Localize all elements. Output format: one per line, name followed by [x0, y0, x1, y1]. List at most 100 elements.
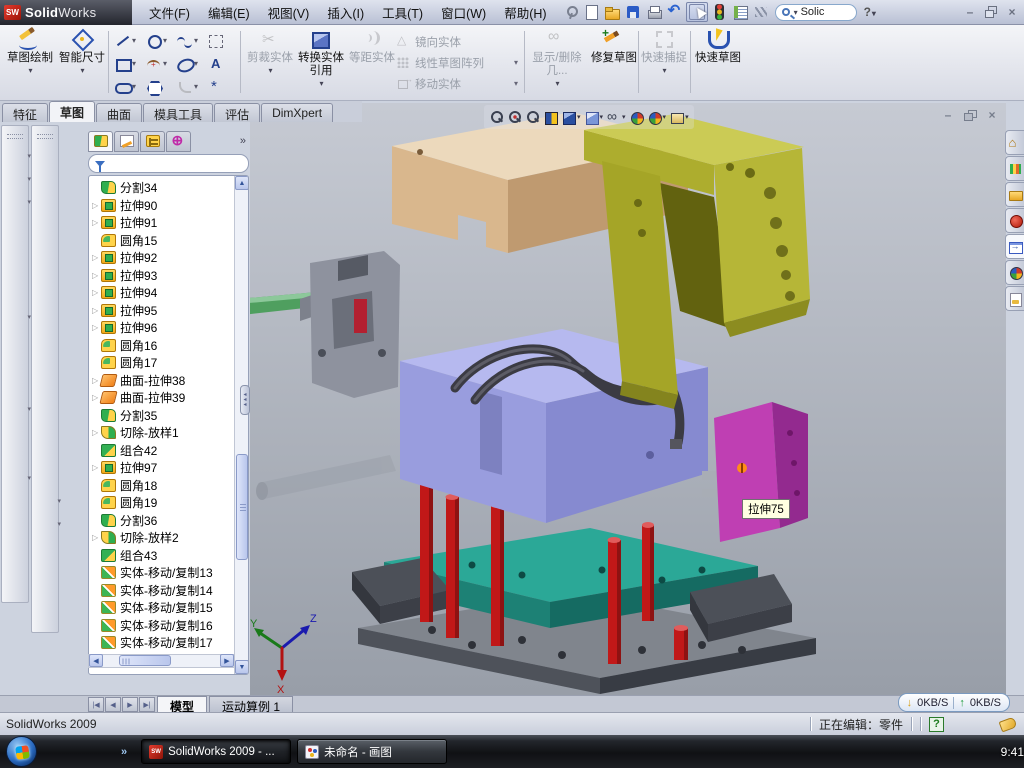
command-tab[interactable]: 草图	[49, 101, 95, 122]
edit-appearance-icon[interactable]	[629, 110, 644, 125]
zoom-area-icon[interactable]	[507, 110, 522, 125]
revolve-icon[interactable]	[36, 171, 54, 187]
rib-icon[interactable]	[6, 286, 24, 302]
update-gear-tray-icon[interactable]	[869, 744, 884, 759]
tree-item[interactable]: ▷ 分割36	[89, 512, 234, 530]
polygon-icon[interactable]	[143, 75, 174, 98]
gray-insert-part[interactable]	[300, 251, 400, 398]
rebuild-traffic-light-icon[interactable]	[709, 2, 729, 22]
reference-axis-icon[interactable]	[6, 447, 24, 463]
tree-item[interactable]: ▷ 组合42	[89, 442, 234, 460]
help-button[interactable]: ?▾	[861, 5, 879, 19]
exploded-mold-assembly[interactable]: Y Z X	[250, 103, 1006, 695]
convert-dropdown-icon[interactable]: ▾	[319, 79, 323, 88]
tree-item[interactable]: ▷ 拉伸90	[89, 197, 234, 215]
section-view-icon[interactable]	[543, 110, 558, 125]
tree-item[interactable]: ▷ 实体-移动/复制17	[89, 634, 234, 652]
corner-rectangle-icon[interactable]	[112, 52, 143, 75]
sweep-icon[interactable]	[36, 194, 54, 210]
quick-snaps-button[interactable]: 快速捕捉 ▾	[642, 28, 686, 98]
tree-item[interactable]: ▷ 切除-放样2	[89, 529, 234, 547]
tree-vertical-scrollbar[interactable]: ▲ ▼	[234, 176, 248, 674]
custom-properties-icon[interactable]	[1005, 286, 1024, 311]
tree-item[interactable]: ▷ 实体-移动/复制14	[89, 582, 234, 600]
model-tab[interactable]: 模型	[157, 696, 207, 712]
measure-tool-icon[interactable]	[6, 493, 24, 509]
search-input[interactable]: ▾ Solic	[775, 4, 857, 21]
dimxpertmanager-tab[interactable]	[166, 131, 191, 152]
trim-entities-button[interactable]: 剪裁实体 ▾	[246, 28, 294, 98]
expand-arrow-icon[interactable]: ▷	[92, 201, 101, 210]
reference-point-icon[interactable]	[6, 401, 24, 417]
窗口(W)[interactable]: 窗口(W)	[432, 0, 495, 25]
volume-tray-icon[interactable]	[890, 744, 905, 759]
expand-arrow-icon[interactable]: ▷	[92, 428, 101, 437]
apply-scene-icon[interactable]	[647, 110, 667, 125]
security-alert-tray-icon[interactable]	[827, 744, 842, 759]
input-keyboard-tray-icon[interactable]	[806, 744, 821, 759]
hide-show-items-icon[interactable]	[606, 110, 626, 125]
open-document-icon[interactable]	[602, 2, 622, 22]
repair-sketch-button[interactable]: 修复草图	[590, 28, 638, 98]
scrollbar-thumb[interactable]	[236, 454, 248, 560]
indent-icon[interactable]	[36, 378, 54, 394]
tree-item[interactable]: ▷ 实体-移动/复制13	[89, 564, 234, 582]
tree-item[interactable]: ▷ 拉伸92	[89, 249, 234, 267]
browser-quicklaunch-icon[interactable]	[74, 743, 92, 761]
编辑(E)[interactable]: 编辑(E)	[199, 0, 259, 25]
satellite-warning-tray-icon[interactable]	[932, 744, 947, 759]
view-orientation-icon[interactable]	[561, 110, 581, 125]
last-tab-button[interactable]: ▶|	[139, 697, 155, 712]
帮助(H)[interactable]: 帮助(H)	[495, 0, 555, 25]
prev-tab-button[interactable]: ◀	[105, 697, 121, 712]
curve-icon[interactable]	[6, 470, 24, 486]
expand-arrow-icon[interactable]: ▷	[92, 463, 101, 472]
selection-filter-icon[interactable]	[751, 2, 771, 22]
scroll-down-button[interactable]: ▼	[235, 660, 249, 674]
loft-icon[interactable]	[36, 217, 54, 233]
linear-pattern-icon[interactable]	[6, 309, 24, 325]
spline-tool-icon[interactable]	[36, 516, 54, 532]
command-tab[interactable]: 模具工具	[143, 103, 213, 122]
linear-sketch-pattern-button[interactable]: 线性草图阵列	[396, 52, 518, 73]
view-palette-icon[interactable]	[1005, 234, 1024, 259]
convert-entities-button[interactable]: 转换实体引用 ▾	[296, 28, 346, 98]
display-style-icon[interactable]	[584, 110, 604, 125]
tree-item[interactable]: ▷ 组合43	[89, 547, 234, 565]
fillet-icon[interactable]	[6, 194, 24, 210]
combine-bodies-icon[interactable]	[6, 332, 24, 348]
tree-item[interactable]: ▷ 切除-放样1	[89, 424, 234, 442]
mirror-entities-button[interactable]: 镜向实体	[396, 31, 518, 52]
tree-item[interactable]: ▷ 圆角15	[89, 232, 234, 250]
文件(F)[interactable]: 文件(F)	[140, 0, 199, 25]
extruded-cut-icon[interactable]	[6, 148, 24, 164]
view-settings-icon[interactable]	[669, 110, 689, 125]
featuremanager-tab[interactable]	[88, 131, 113, 152]
start-button[interactable]	[6, 736, 37, 767]
command-tab[interactable]: DimXpert	[261, 103, 333, 122]
short-red-pin[interactable]	[674, 625, 688, 660]
file-explorer-icon[interactable]	[1005, 182, 1024, 207]
spline-icon[interactable]	[174, 29, 205, 52]
zoom-selection-icon[interactable]	[525, 110, 540, 125]
boundary-icon[interactable]	[36, 240, 54, 256]
select-tool-icon[interactable]	[686, 2, 708, 22]
new-document-icon[interactable]	[581, 2, 601, 22]
solidworks-resources-icon[interactable]	[1005, 130, 1024, 155]
model-tab[interactable]: 运动算例 1	[209, 696, 293, 712]
move-entities-button[interactable]: 移动实体	[396, 73, 518, 94]
task-button[interactable]: SolidWorks 2009 - ...	[141, 739, 291, 764]
close-button[interactable]: ×	[1003, 4, 1021, 19]
first-tab-button[interactable]: |◀	[88, 697, 104, 712]
smart-dimension-dropdown-icon[interactable]: ▾	[80, 66, 84, 75]
lasso-select-icon[interactable]	[205, 29, 236, 52]
restore-button[interactable]	[982, 4, 1000, 19]
print-icon[interactable]	[644, 2, 664, 22]
hscrollbar-thumb[interactable]	[119, 655, 171, 666]
sketch-dropdown-icon[interactable]: ▾	[28, 66, 32, 75]
sync-ball-tray-icon[interactable]	[974, 744, 989, 759]
design-library-icon[interactable]	[1005, 156, 1024, 181]
tree-item[interactable]: ▷ 曲面-拉伸39	[89, 389, 234, 407]
插入(I)[interactable]: 插入(I)	[318, 0, 373, 25]
scroll-left-button[interactable]: ◀	[89, 654, 103, 667]
